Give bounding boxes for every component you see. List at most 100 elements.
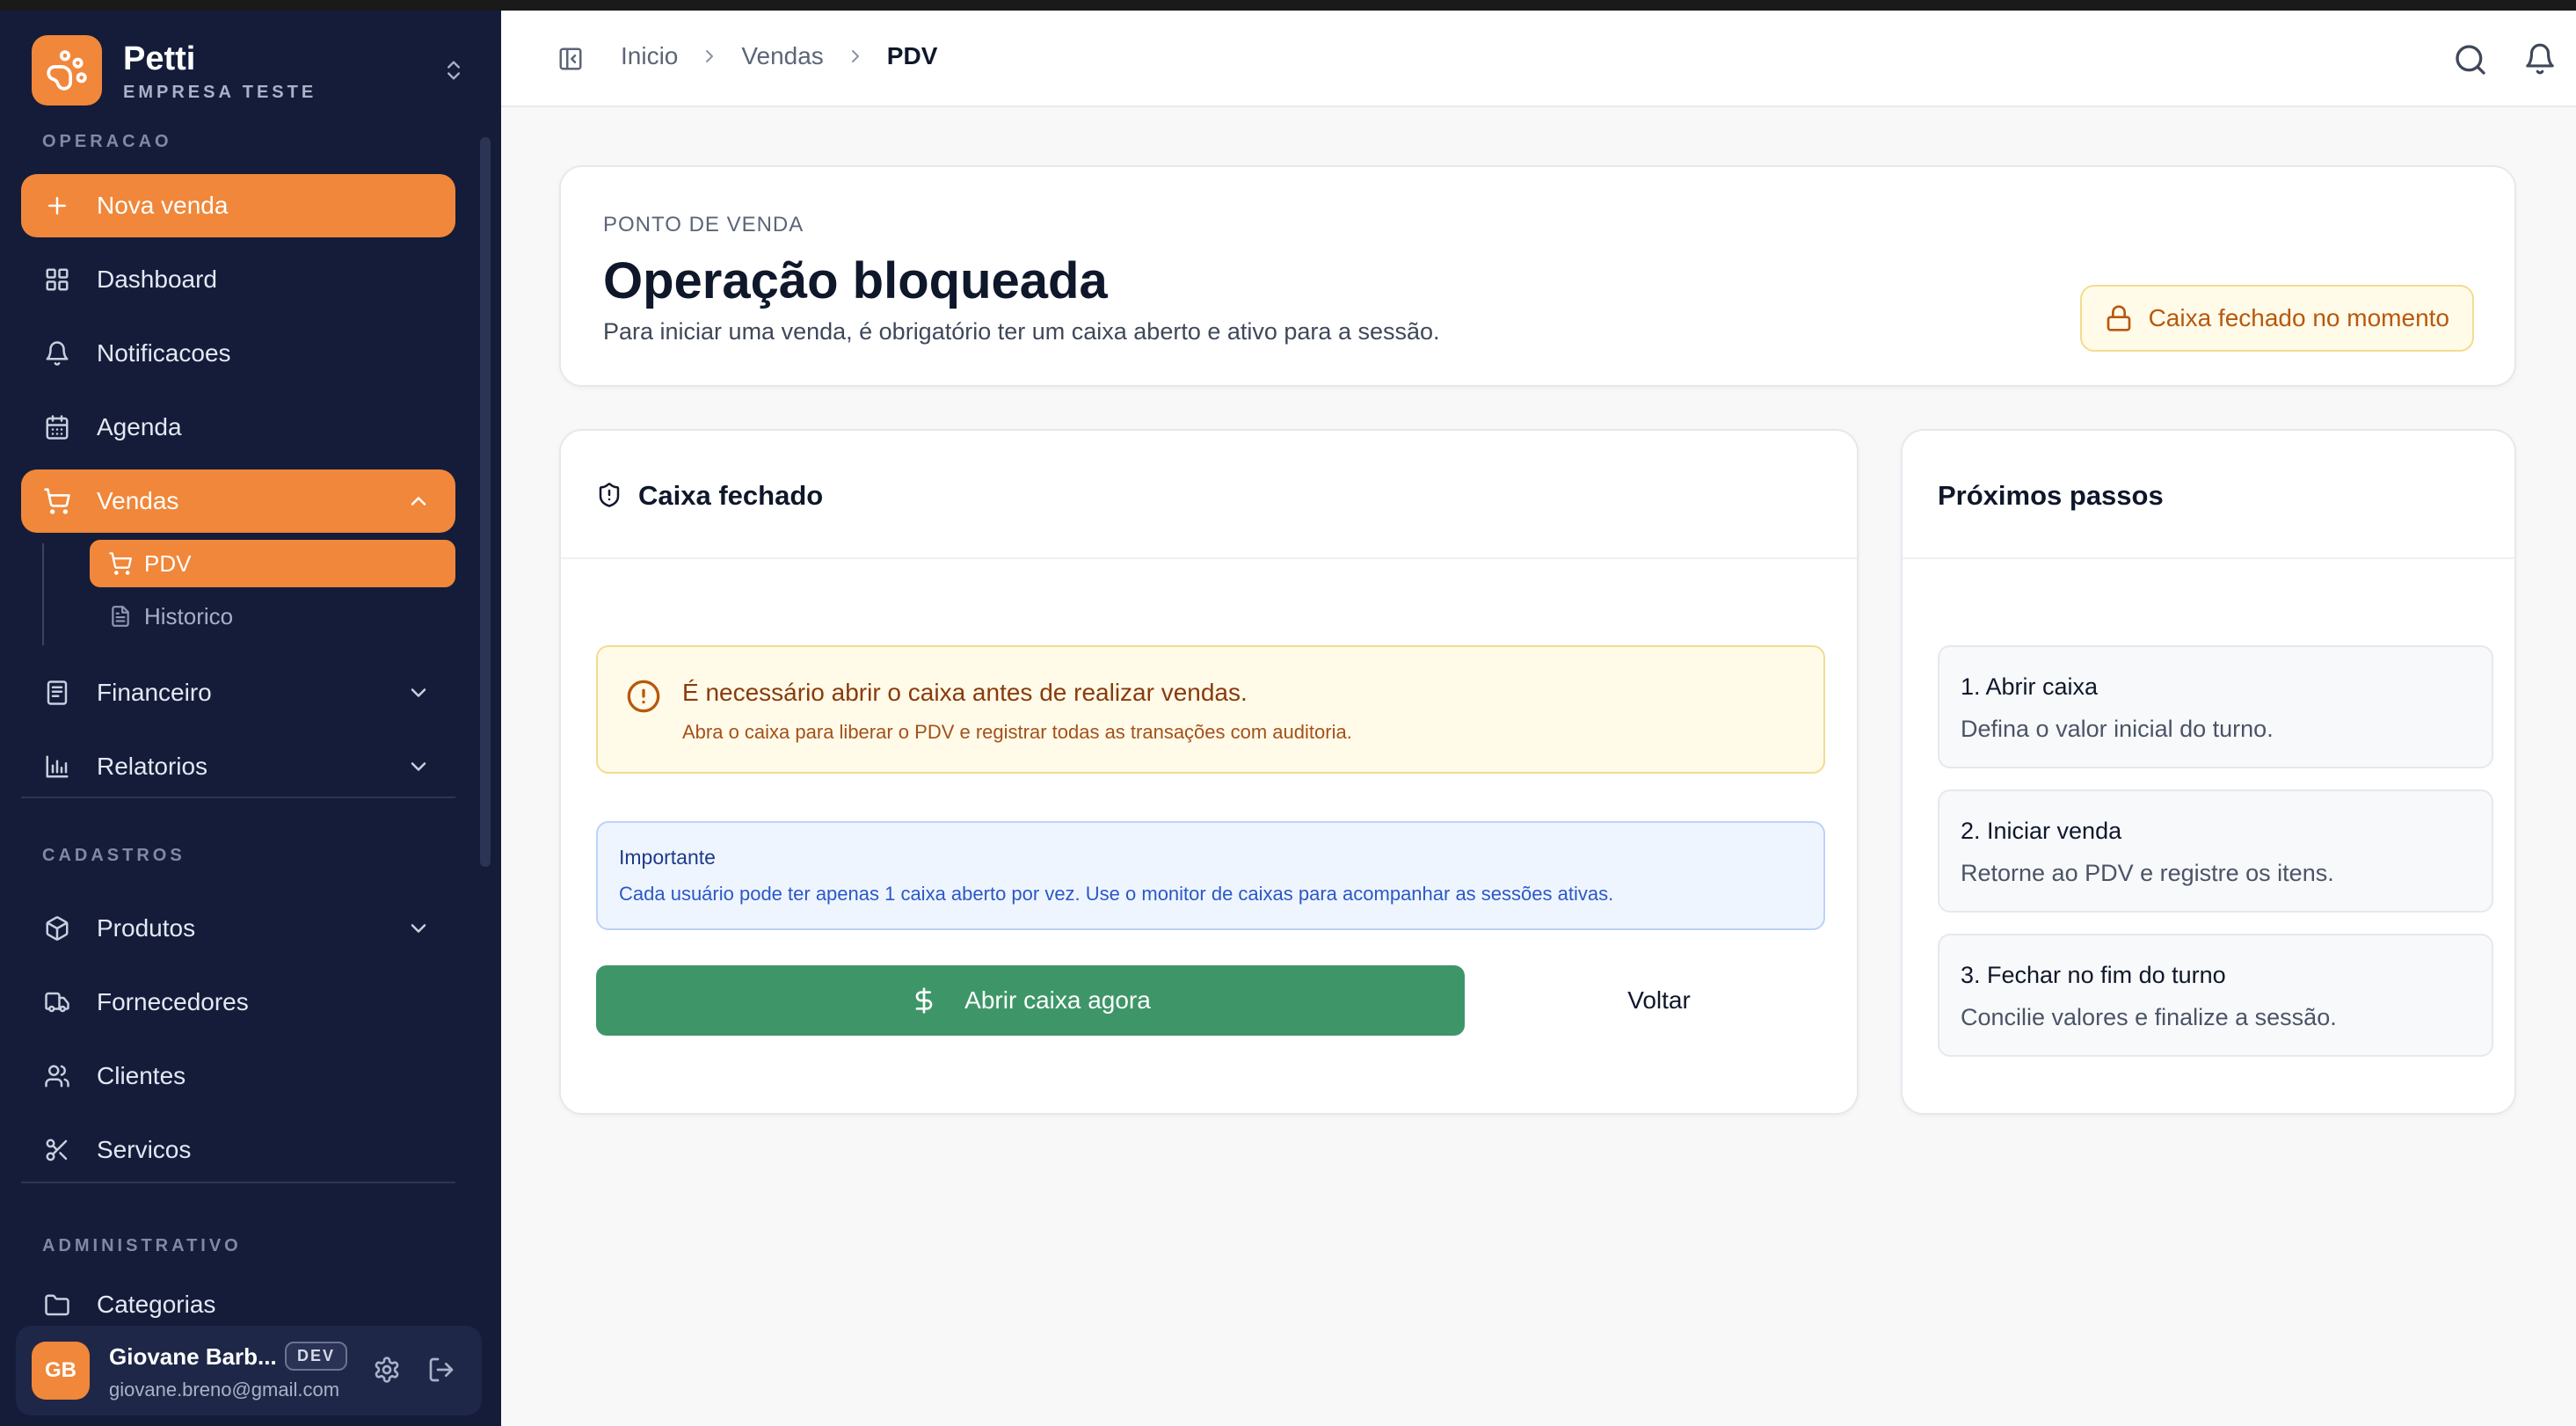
caixa-fechado-card: Caixa fechado É necessário abrir o caixa… bbox=[559, 429, 1859, 1115]
hero-eyebrow: PONTO DE VENDA bbox=[603, 213, 804, 236]
sidebar-item-notificacoes[interactable]: Notificacoes bbox=[21, 322, 455, 385]
back-button[interactable]: Voltar bbox=[1493, 965, 1825, 1036]
search-icon[interactable] bbox=[2453, 42, 2488, 77]
hero-card: PONTO DE VENDA Operação bloqueada Para i… bbox=[559, 165, 2516, 387]
sidebar-scrollbar[interactable] bbox=[480, 137, 491, 867]
next-steps-card: Próximos passos 1. Abrir caixa Defina o … bbox=[1901, 429, 2516, 1115]
grid-icon bbox=[42, 265, 72, 295]
folder-icon bbox=[42, 1291, 72, 1321]
section-label-cadastros: CADASTROS bbox=[42, 846, 186, 865]
sidebar-item-vendas[interactable]: Vendas bbox=[21, 469, 455, 533]
breadcrumb-current: PDV bbox=[886, 42, 938, 69]
sidebar-item-dashboard[interactable]: Dashboard bbox=[21, 248, 455, 311]
info-text: Cada usuário pode ter apenas 1 caixa abe… bbox=[619, 883, 1614, 905]
sidebar-item-label: Nova venda bbox=[97, 192, 229, 219]
sidebar-item-clientes[interactable]: Clientes bbox=[21, 1044, 455, 1108]
sidebar-item-label: Fornecedores bbox=[97, 988, 249, 1015]
open-cash-register-button[interactable]: Abrir caixa agora bbox=[596, 965, 1465, 1036]
shopping-cart-icon bbox=[42, 486, 72, 516]
alert-circle-icon bbox=[626, 679, 661, 714]
chevron-down-icon bbox=[406, 754, 431, 779]
brand-subtitle: EMPRESA TESTE bbox=[123, 83, 317, 102]
hero-description: Para iniciar uma venda, é obrigatório te… bbox=[603, 318, 1440, 345]
chevron-right-icon bbox=[845, 46, 866, 67]
sidebar-subitem-pdv[interactable]: PDV bbox=[90, 540, 455, 587]
sidebar-item-label: Categorias bbox=[97, 1291, 216, 1318]
avatar: GB bbox=[32, 1342, 90, 1400]
main-content: Inicio Vendas PDV PONTO DE VENDA Operaçã… bbox=[501, 11, 2576, 1426]
section-label-administrativo: ADMINISTRATIVO bbox=[42, 1236, 242, 1255]
truck-icon bbox=[42, 987, 72, 1017]
sidebar-item-label: Notificacoes bbox=[97, 339, 231, 367]
sidebar-item-fornecedores[interactable]: Fornecedores bbox=[21, 971, 455, 1034]
sidebar-item-label: Relatorios bbox=[97, 753, 208, 780]
sidebar-subitem-label: Historico bbox=[144, 602, 234, 629]
sidebar-item-financeiro[interactable]: Financeiro bbox=[21, 661, 455, 724]
breadcrumb-vendas[interactable]: Vendas bbox=[741, 42, 823, 70]
sidebar-item-produtos[interactable]: Produtos bbox=[21, 897, 455, 960]
sidebar-divider bbox=[21, 1182, 455, 1183]
sidebar-item-relatorios[interactable]: Relatorios bbox=[21, 735, 455, 798]
step-item: 2. Iniciar venda Retorne ao PDV e regist… bbox=[1938, 789, 2493, 913]
brand-name: Petti bbox=[123, 40, 196, 77]
warning-title: É necessário abrir o caixa antes de real… bbox=[682, 679, 1248, 706]
paw-logo-icon bbox=[32, 35, 102, 105]
calendar-icon bbox=[42, 412, 72, 442]
page-title: Operação bloqueada bbox=[603, 252, 1108, 309]
step-item: 3. Fechar no fim do turno Concilie valor… bbox=[1938, 934, 2493, 1057]
step-title: 1. Abrir caixa bbox=[1961, 673, 2099, 700]
card-header: Caixa fechado bbox=[561, 431, 1857, 559]
warning-text: Abra o caixa para liberar o PDV e regist… bbox=[682, 721, 1352, 743]
sidebar-item-label: Agenda bbox=[97, 413, 182, 440]
sidebar-subitem-historico[interactable]: Historico bbox=[90, 593, 455, 640]
breadcrumb-inicio[interactable]: Inicio bbox=[621, 42, 678, 70]
open-cash-register-label: Abrir caixa agora bbox=[964, 986, 1151, 1014]
scissors-icon bbox=[42, 1135, 72, 1165]
receipt-icon bbox=[42, 678, 72, 708]
window-top-strip bbox=[0, 0, 2576, 11]
chevron-up-icon bbox=[406, 489, 431, 513]
shopping-cart-icon bbox=[107, 550, 134, 577]
dollar-sign-icon bbox=[910, 986, 938, 1015]
sidebar-item-categorias[interactable]: Categorias bbox=[21, 1280, 455, 1324]
users-icon bbox=[42, 1061, 72, 1091]
panel-left-icon[interactable] bbox=[557, 46, 586, 74]
step-text: Defina o valor inicial do turno. bbox=[1961, 716, 2274, 742]
sidebar-item-label: Clientes bbox=[97, 1062, 186, 1089]
chevron-down-icon bbox=[406, 916, 431, 941]
brand-switcher[interactable]: Petti EMPRESA TESTE bbox=[32, 35, 471, 105]
user-name: Giovane Barb... bbox=[109, 1343, 277, 1370]
bell-icon bbox=[42, 338, 72, 368]
plus-icon bbox=[42, 191, 72, 221]
status-badge-label: Caixa fechado no momento bbox=[2148, 304, 2449, 331]
bar-chart-icon bbox=[42, 752, 72, 782]
step-text: Concilie valores e finalize a sessão. bbox=[1961, 1004, 2337, 1030]
sidebar-item-nova-venda[interactable]: Nova venda bbox=[21, 174, 455, 237]
status-badge: Caixa fechado no momento bbox=[2079, 285, 2474, 352]
chevron-right-icon bbox=[699, 46, 720, 67]
bell-icon[interactable] bbox=[2523, 42, 2558, 77]
sidebar-item-label: Vendas bbox=[97, 487, 179, 514]
card-title-label: Caixa fechado bbox=[638, 480, 824, 511]
user-card[interactable]: GB Giovane Barb... DEV giovane.breno@gma… bbox=[16, 1326, 482, 1415]
sidebar-item-label: Produtos bbox=[97, 914, 196, 942]
gear-icon[interactable] bbox=[373, 1356, 403, 1386]
submenu-guide-line bbox=[42, 543, 44, 645]
top-bar: Inicio Vendas PDV bbox=[501, 11, 2576, 107]
sidebar-item-servicos[interactable]: Servicos bbox=[21, 1118, 455, 1182]
logout-icon[interactable] bbox=[427, 1356, 457, 1386]
card-title: Próximos passos bbox=[1938, 480, 2164, 511]
breadcrumb: Inicio Vendas PDV bbox=[621, 42, 937, 70]
sidebar-item-label: Financeiro bbox=[97, 679, 212, 706]
chevrons-up-down-icon[interactable] bbox=[436, 53, 471, 88]
warning-alert: É necessário abrir o caixa antes de real… bbox=[596, 645, 1825, 774]
step-text: Retorne ao PDV e registre os itens. bbox=[1961, 860, 2334, 886]
sidebar-divider bbox=[21, 797, 455, 798]
sidebar-item-agenda[interactable]: Agenda bbox=[21, 396, 455, 459]
card-header: Próximos passos bbox=[1903, 431, 2514, 559]
shield-alert-icon bbox=[596, 482, 624, 510]
card-title: Caixa fechado bbox=[596, 480, 823, 512]
info-title: Importante bbox=[619, 846, 716, 869]
sidebar: Petti EMPRESA TESTE OPERACAO Nova venda … bbox=[0, 11, 501, 1426]
sidebar-item-label: Dashboard bbox=[97, 266, 217, 293]
